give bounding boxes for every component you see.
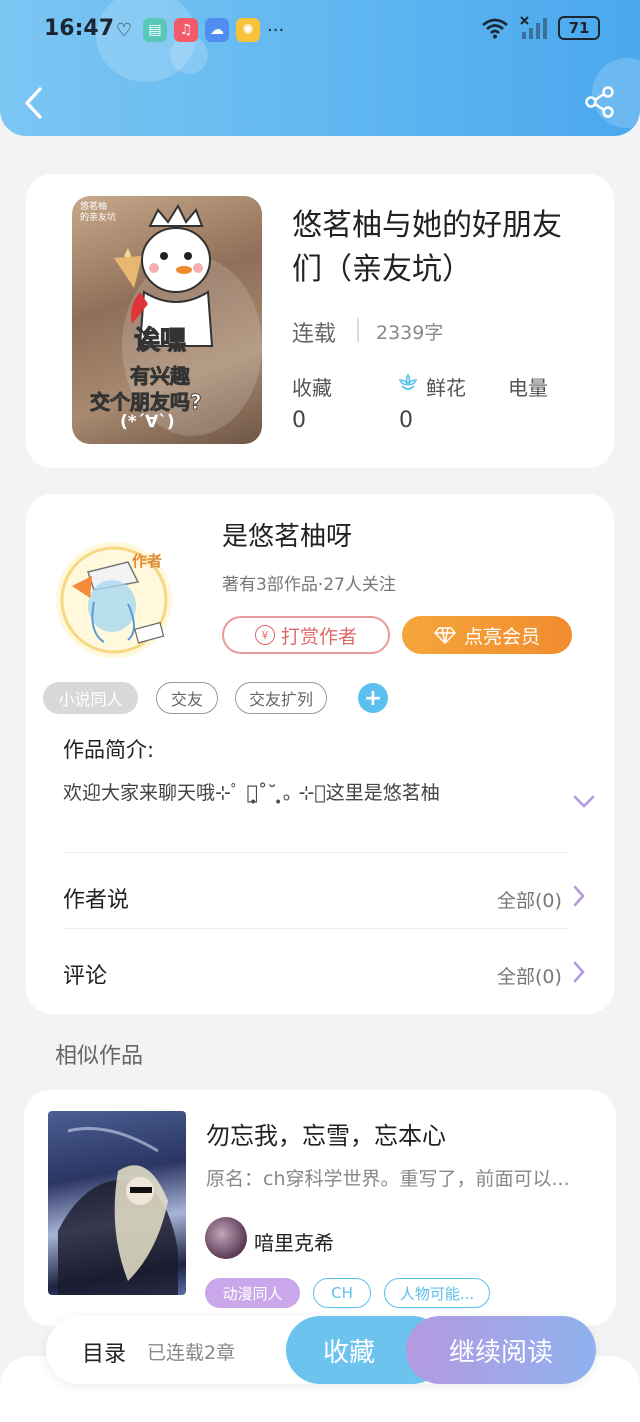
- intro-title: 作品简介:: [63, 738, 155, 762]
- similar-tag-chip[interactable]: CH: [313, 1278, 371, 1308]
- tag-chip[interactable]: 小说同人: [43, 682, 138, 714]
- music-app-icon: ♫: [174, 18, 198, 42]
- cover-caption: 悠茗柚 的亲友坑: [80, 202, 116, 224]
- pinwheel-app-icon: ✺: [236, 18, 260, 42]
- chevron-right-icon: [573, 961, 585, 983]
- word-count: 2339字: [376, 322, 444, 344]
- tip-author-label: 打赏作者: [280, 625, 357, 648]
- add-tag-button[interactable]: +: [358, 683, 388, 713]
- stat-power-label[interactable]: 电量: [508, 372, 548, 401]
- author-badge: 作者: [132, 552, 163, 570]
- more-notifications-icon: ···: [267, 19, 285, 41]
- battery-indicator: 71: [558, 16, 600, 40]
- status-right: 71: [480, 16, 600, 40]
- stat-favorites-label: 收藏: [292, 376, 332, 400]
- author-name[interactable]: 是悠茗柚呀: [222, 516, 352, 553]
- similar-tag-chip[interactable]: 动漫同人: [205, 1278, 300, 1308]
- cover-text-line: 诶嘿: [133, 326, 187, 357]
- comments-all: 全部(0): [497, 966, 562, 988]
- divider: [63, 852, 569, 853]
- stat-favorites-value: 0: [292, 408, 306, 433]
- cover-text-line: 交个朋友吗?: [90, 390, 202, 415]
- chevron-down-icon[interactable]: [572, 792, 596, 812]
- similar-work-cover[interactable]: [48, 1111, 186, 1295]
- author-avatar-art: [56, 542, 172, 658]
- similar-section-title: 相似作品: [55, 1044, 144, 1069]
- heart-check-icon: ♡: [115, 19, 133, 41]
- yuan-icon: ¥: [254, 625, 275, 645]
- similar-work-desc: 原名：ch穿科学世界。重写了，前面可以...: [206, 1168, 570, 1190]
- continue-reading-button[interactable]: 继续阅读: [406, 1316, 596, 1384]
- similar-tag-chip[interactable]: 人物可能...: [384, 1278, 490, 1308]
- stat-flowers-value: 0: [399, 408, 413, 433]
- meta-divider: [357, 318, 359, 342]
- cover-text-line: 的亲友坑: [80, 213, 117, 223]
- status-time: 16:47: [44, 16, 115, 41]
- similar-work-title[interactable]: 勿忘我，忘雪，忘本心: [206, 1116, 446, 1151]
- book-title: 悠茗柚与她的好朋友们（亲友坑）: [292, 208, 562, 287]
- serial-status: 连载: [292, 322, 337, 347]
- tag-chip[interactable]: 交友扩列: [235, 682, 327, 714]
- comments-label: 评论: [63, 964, 108, 989]
- author-avatar[interactable]: 作者: [48, 532, 188, 662]
- status-bar: 16:47 ♡ ▤ ♫ ☁ ✺ ··· 71: [0, 0, 640, 62]
- wifi-icon: [482, 18, 508, 39]
- similar-author-avatar[interactable]: [205, 1217, 247, 1259]
- book-cover[interactable]: 悠茗柚 的亲友坑 诶嘿 有兴趣 交个朋友吗? (*´∀`): [72, 196, 262, 444]
- cover-text-line: (*´∀`): [120, 412, 175, 432]
- book-app-icon: ▤: [143, 18, 167, 42]
- share-button[interactable]: [584, 86, 616, 118]
- chevron-right-icon: [573, 885, 585, 907]
- cover-text-line: 悠茗柚: [80, 202, 108, 212]
- signal-icon: [520, 16, 547, 39]
- cover-text-line: 有兴趣: [130, 364, 191, 389]
- back-button[interactable]: [22, 86, 48, 120]
- divider: [63, 928, 569, 929]
- favorite-label: 收藏: [322, 1337, 375, 1368]
- intro-text: 欢迎大家来聊天哦⊹ﾟ ｡̩̥˚˘ ̩̥｡ ⊹ﾟ这里是悠茗柚: [63, 782, 440, 804]
- vip-button[interactable]: 点亮会员: [402, 616, 572, 654]
- status-app-icons: ♡ ▤ ♫ ☁ ✺ ···: [112, 18, 284, 42]
- cloud-app-icon: ☁: [205, 18, 229, 42]
- author-meta: 著有3部作品·27人关注: [222, 575, 396, 595]
- similar-cover-illustration: [58, 1127, 178, 1295]
- author-says-label: 作者说: [63, 888, 130, 913]
- flower-icon: [398, 373, 418, 390]
- stat-flowers-label[interactable]: 鲜花: [426, 372, 466, 401]
- chapter-count: 已连载2章: [147, 1342, 236, 1364]
- tip-author-button[interactable]: ¥ 打赏作者: [222, 616, 390, 654]
- continue-reading-label: 继续阅读: [448, 1337, 553, 1368]
- tag-chip[interactable]: 交友: [156, 682, 218, 714]
- toc-button[interactable]: 目录: [82, 1336, 126, 1368]
- vip-label: 点亮会员: [463, 625, 540, 648]
- header: 16:47 ♡ ▤ ♫ ☁ ✺ ··· 71: [0, 0, 640, 136]
- author-says-all: 全部(0): [497, 890, 562, 912]
- similar-author-name[interactable]: 喑里克希: [254, 1227, 334, 1256]
- diamond-icon: [434, 627, 456, 644]
